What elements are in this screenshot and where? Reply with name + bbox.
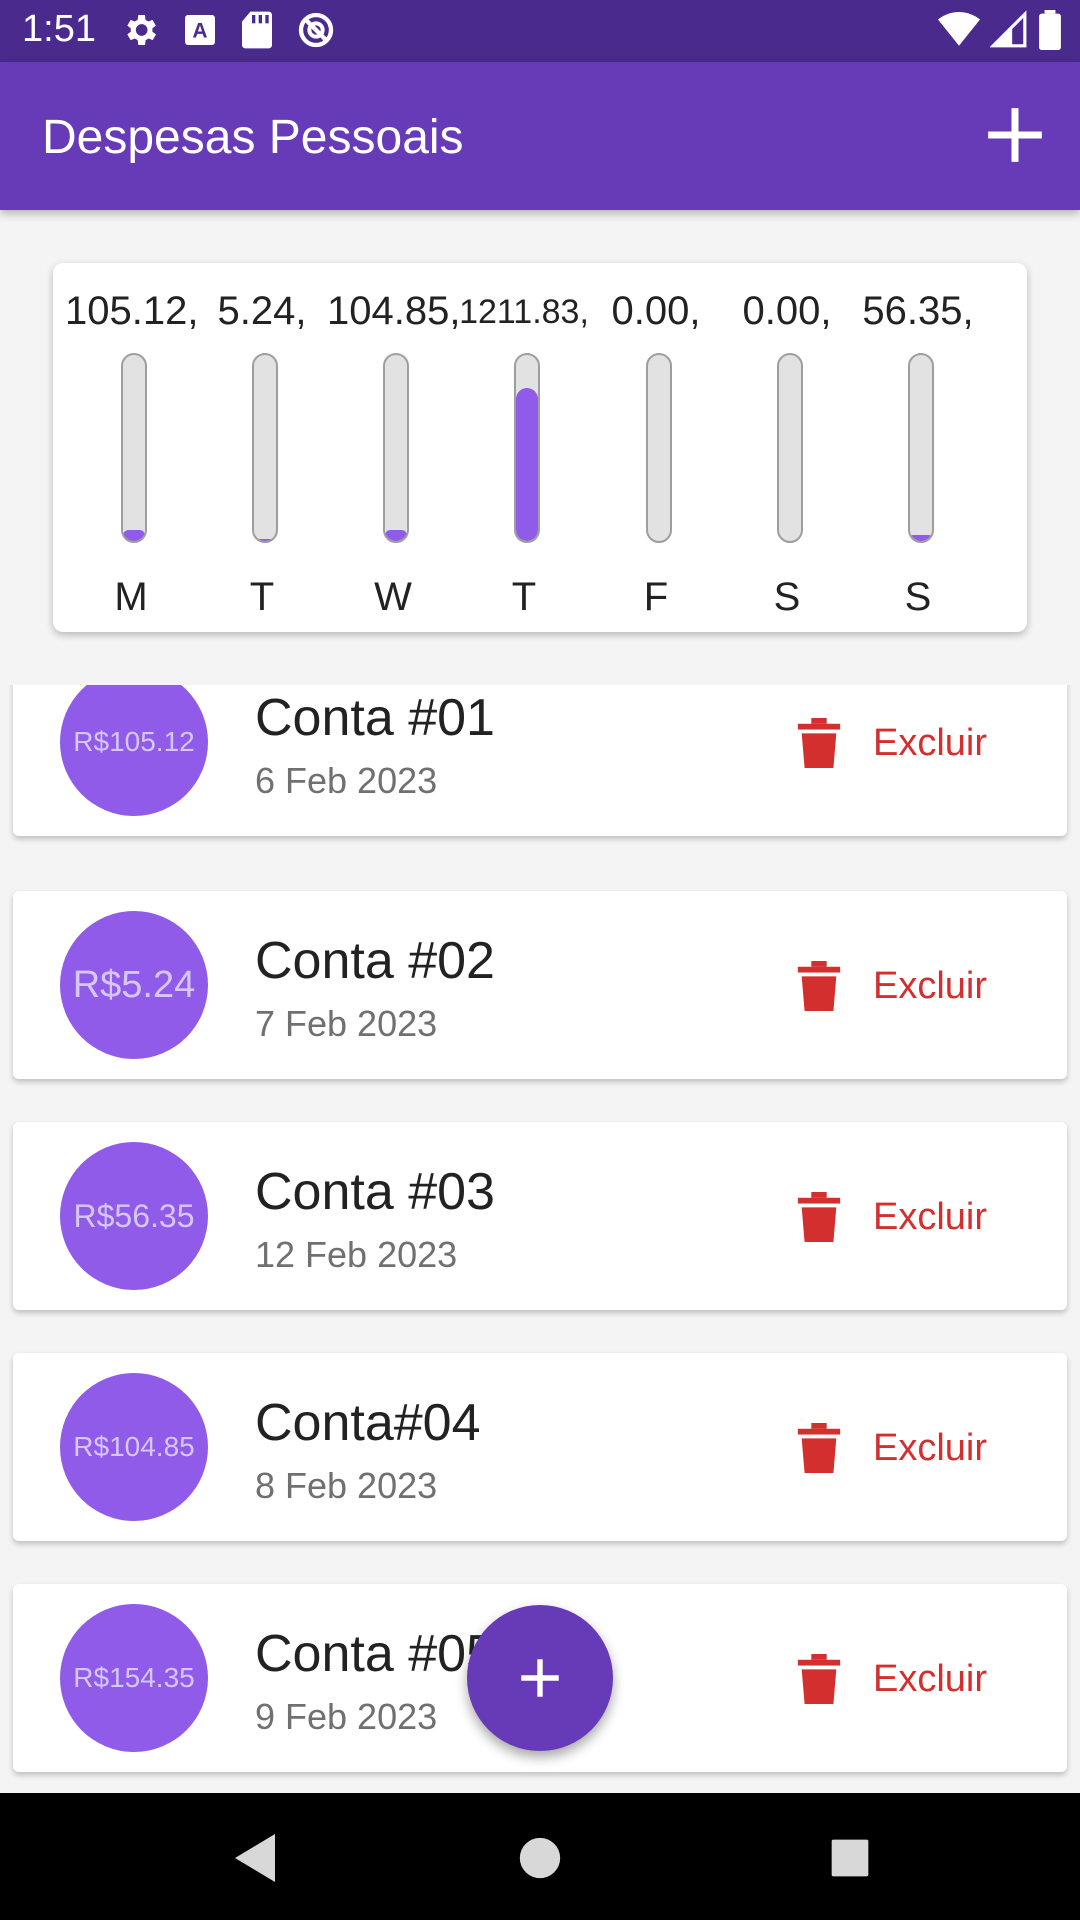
recents-square-icon [831,1839,869,1877]
delete-button[interactable]: Excluir [797,1182,987,1252]
amount-avatar: R$56.35 [60,1142,208,1290]
plus-icon [521,1659,559,1697]
app-bar: Despesas Pessoais [0,62,1080,210]
delete-label: Excluir [872,1426,987,1469]
chart-day-column: 104.85, W [327,289,461,619]
transaction-date: 12 Feb 2023 [255,1234,458,1275]
chart-day-amount: 0.00, [611,289,701,333]
cell-signal-icon [990,10,1027,48]
chart-bar-fill [254,539,276,541]
trash-icon [797,961,841,1011]
chart-day-column: 0.00, S [721,289,853,619]
delete-label: Excluir [872,721,987,764]
chart-bar-track [777,353,803,543]
delete-button[interactable]: Excluir [797,708,987,778]
chart-day-column: 1211.83, T [458,289,590,619]
weekly-chart-card: 105.12, M 5.24, T 104.85, W 1211.83, T 0… [53,263,1027,632]
amount-avatar: R$104.85 [60,1373,208,1521]
transaction-title: Conta #05 [255,1625,495,1683]
wifi-icon [938,12,980,46]
back-triangle-icon [235,1834,275,1882]
chart-bar-fill [123,529,145,541]
chart-bar-fill [385,529,407,541]
trash-icon [797,1423,841,1473]
list-item[interactable]: R$105.12 Conta #01 6 Feb 2023 Excluir [13,685,1067,836]
chart-bar-fill [516,388,538,541]
chart-day-column: 56.35, S [852,289,984,619]
chart-bar-track [252,353,278,543]
add-expense-button[interactable] [980,100,1050,170]
chart-day-amount: 1211.83, [459,293,589,331]
chart-day-column: 5.24, T [196,289,328,619]
add-transaction-fab[interactable] [467,1605,613,1751]
transaction-date: 8 Feb 2023 [255,1465,438,1506]
amount-avatar: R$154.35 [60,1604,208,1752]
nav-back-button[interactable] [220,1823,290,1893]
amount-avatar: R$5.24 [60,911,208,1059]
text-a-icon: A [185,15,215,45]
transaction-title: Conta #02 [255,932,495,990]
list-item[interactable]: R$104.85 Conta#04 8 Feb 2023 Excluir [13,1353,1067,1541]
settings-icon [127,15,156,45]
chart-day-column: 105.12, M [65,289,199,619]
chart-bar-track [908,353,934,543]
transaction-date: 7 Feb 2023 [255,1003,438,1044]
transaction-date: 9 Feb 2023 [255,1696,438,1737]
status-time: 1:51 [22,8,96,50]
system-nav-bar [0,1793,1080,1920]
chart-bar-track [646,353,672,543]
delete-button[interactable]: Excluir [797,1644,987,1714]
chart-day-label: T [511,575,537,619]
chart-day-label: F [643,575,669,619]
trash-icon [797,1192,841,1242]
list-item[interactable]: R$5.24 Conta #02 7 Feb 2023 Excluir [13,891,1067,1079]
chart-bar-track [383,353,409,543]
transaction-date: 6 Feb 2023 [255,760,438,801]
delete-label: Excluir [872,1195,987,1238]
trash-icon [797,1654,841,1704]
trash-icon [797,718,841,768]
delete-label: Excluir [872,1657,987,1700]
chart-day-label: W [374,575,412,619]
delete-button[interactable]: Excluir [797,1413,987,1483]
plus-icon [988,108,1042,162]
transaction-title: Conta #01 [255,689,495,747]
delete-button[interactable]: Excluir [797,951,987,1021]
status-notification-icons: A [120,10,336,50]
delete-label: Excluir [872,964,987,1007]
chart-day-amount: 105.12, [65,289,199,333]
battery-icon [1039,10,1061,50]
amount-avatar: R$105.12 [60,685,208,816]
chart-bar-track [121,353,147,543]
list-item[interactable]: R$56.35 Conta #03 12 Feb 2023 Excluir [13,1122,1067,1310]
transaction-title: Conta#04 [255,1394,481,1452]
chart-bar-fill [910,535,932,541]
chart-day-label: S [904,575,932,619]
chart-day-column: 0.00, F [590,289,722,619]
chart-day-label: T [249,575,275,619]
nav-home-button[interactable] [505,1823,575,1893]
status-system-icons [938,10,1062,50]
chart-day-amount: 56.35, [862,289,974,333]
app-title: Despesas Pessoais [42,111,464,164]
svg-text:A: A [192,20,207,43]
transaction-title: Conta #03 [255,1163,495,1221]
status-bar: 1:51 A [0,0,1080,62]
chart-day-amount: 0.00, [742,289,832,333]
chart-day-amount: 104.85, [327,289,461,333]
chart-day-label: S [773,575,801,619]
chart-day-amount: 5.24, [217,289,307,333]
do-not-disturb-icon [298,12,334,48]
home-circle-icon [519,1837,561,1879]
chart-bar-track [514,353,540,543]
nav-recents-button[interactable] [815,1823,885,1893]
chart-day-label: M [114,575,148,619]
sd-card-icon [242,11,272,49]
